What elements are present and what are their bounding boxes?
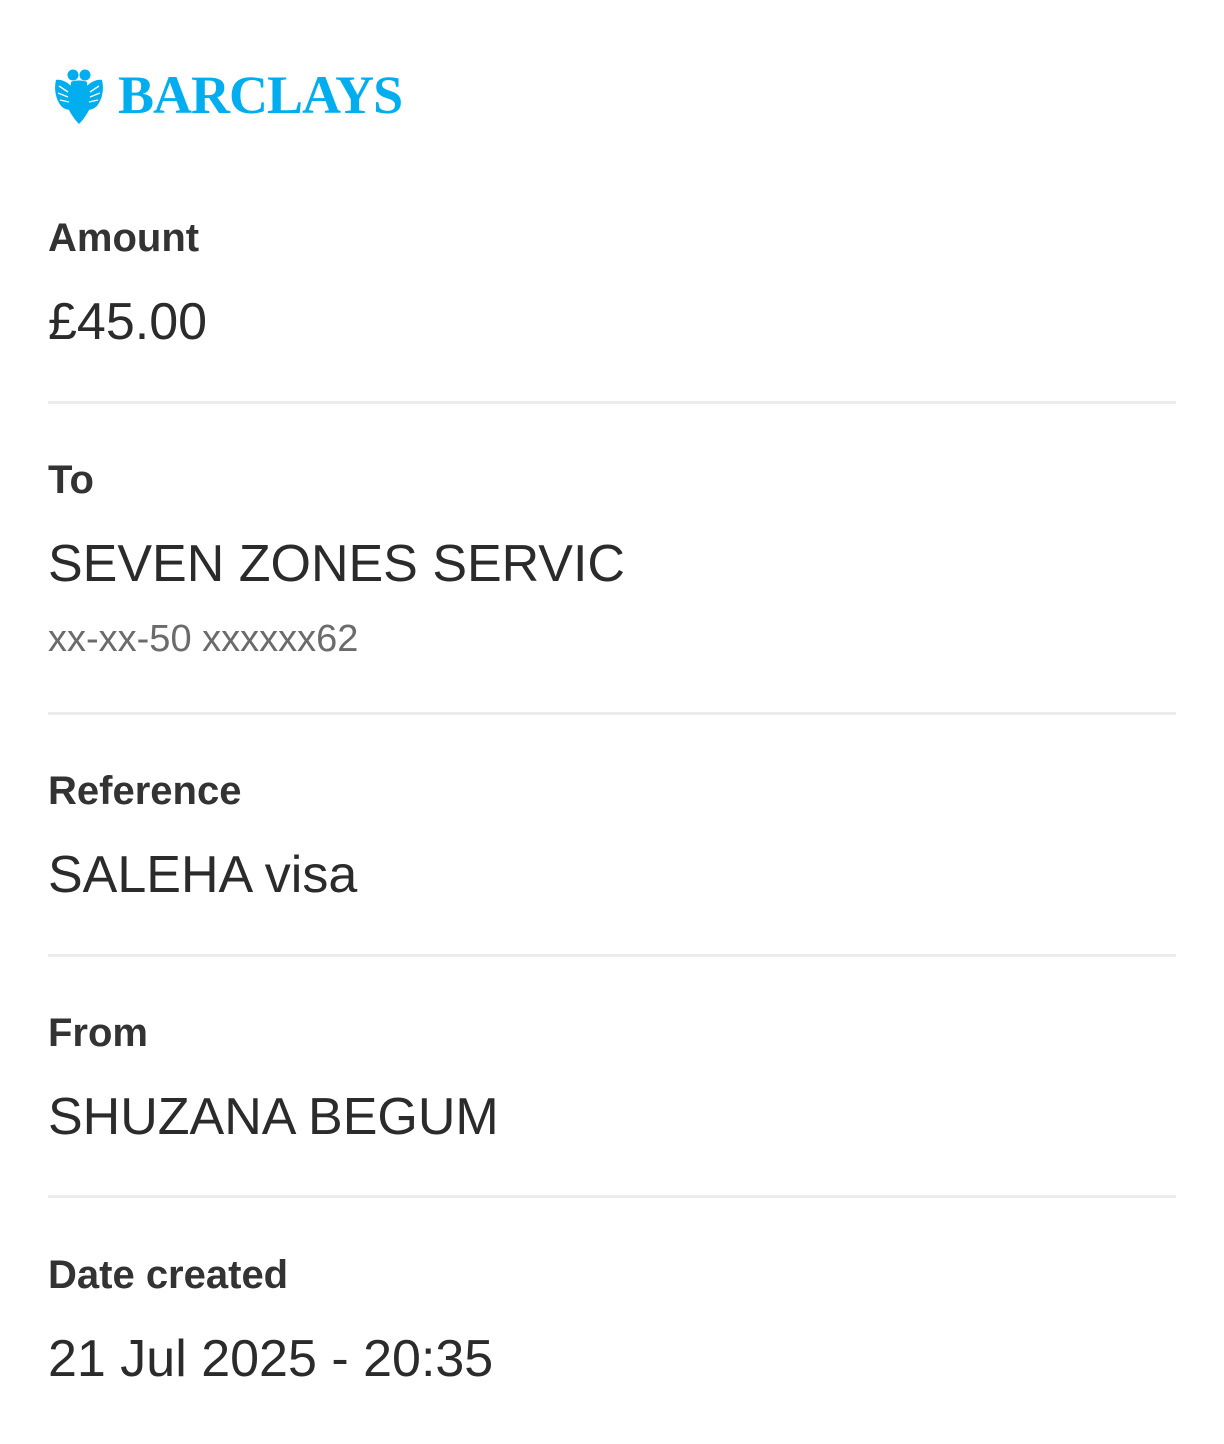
from-section: From SHUZANA BEGUM <box>48 1009 1176 1149</box>
date-created-label: Date created <box>48 1253 289 1297</box>
date-created-section: Date created 21 Jul 2025 - 20:35 <box>48 1251 1176 1391</box>
date-created-value: 21 Jul 2025 - 20:35 <box>48 1330 494 1388</box>
amount-label: Amount <box>48 216 200 260</box>
payer-name: SHUZANA BEGUM <box>48 1088 499 1146</box>
payee-name: SEVEN ZONES SERVIC <box>48 535 625 593</box>
divider <box>48 1195 1176 1198</box>
amount-section: Amount £45.00 <box>48 214 1176 354</box>
eagle-icon <box>55 69 103 124</box>
payment-details-page: BARCLAYS Amount £45.00 To SEVEN ZONES SE… <box>0 0 1224 1444</box>
from-label: From <box>48 1011 148 1055</box>
payee-account-number: xx-xx-50 xxxxxx62 <box>48 618 359 660</box>
reference-label: Reference <box>48 769 242 813</box>
divider <box>48 712 1176 715</box>
amount-value: £45.00 <box>48 293 208 351</box>
barclays-logo: BARCLAYS <box>52 64 403 126</box>
divider <box>48 954 1176 957</box>
to-section: To SEVEN ZONES SERVIC xx-xx-50 xxxxxx62 <box>48 456 1176 666</box>
brand-wordmark: BARCLAYS <box>118 65 403 125</box>
reference-value: SALEHA visa <box>48 846 358 904</box>
divider <box>48 401 1176 404</box>
to-label: To <box>48 458 94 502</box>
reference-section: Reference SALEHA visa <box>48 767 1176 907</box>
